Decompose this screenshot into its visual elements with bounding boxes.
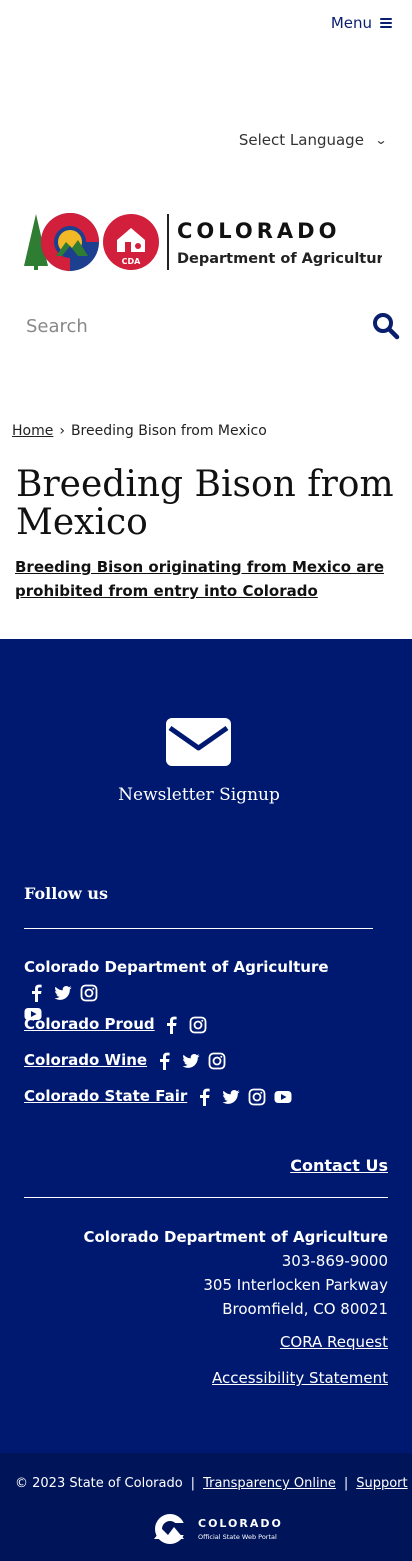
instagram-icon[interactable] bbox=[80, 984, 98, 1002]
language-label: Select Language bbox=[238, 131, 364, 149]
twitter-icon[interactable] bbox=[222, 1088, 240, 1106]
copyright-text: © 2023 State of Colorado bbox=[15, 1476, 183, 1491]
divider bbox=[24, 928, 373, 929]
search-bar bbox=[18, 308, 400, 344]
transparency-online-link[interactable]: Transparency Online bbox=[203, 1476, 336, 1491]
contact-us-link[interactable]: Contact Us bbox=[290, 1156, 388, 1175]
svg-text:CDA: CDA bbox=[122, 257, 142, 266]
colorado-c-icon bbox=[41, 213, 99, 271]
bottom-bar: © 2023 State of Colorado | Transparency … bbox=[0, 1453, 412, 1561]
breadcrumb: Home › Breeding Bison from Mexico bbox=[12, 423, 267, 439]
search-input[interactable] bbox=[18, 315, 318, 337]
site-footer: Newsletter Signup Follow us Colorado Dep… bbox=[0, 639, 412, 1453]
colorado-portal-logo[interactable]: COLORADO Official State Web Portal bbox=[150, 1511, 290, 1547]
support-link[interactable]: Support bbox=[356, 1476, 407, 1491]
social-name-link[interactable]: Colorado State Fair bbox=[24, 1087, 187, 1105]
newsletter-signup-link[interactable]: Newsletter Signup bbox=[0, 785, 398, 805]
social-row-proud: Colorado Proud bbox=[24, 1015, 384, 1034]
instagram-icon[interactable] bbox=[189, 1016, 207, 1034]
street-address: 305 Interlocken Parkway bbox=[203, 1276, 388, 1294]
facebook-icon[interactable] bbox=[163, 1016, 181, 1034]
city-address: Broomfield, CO 80021 bbox=[222, 1300, 388, 1318]
org-name: Colorado Department of Agriculture bbox=[83, 1228, 388, 1246]
svg-text:COLORADO: COLORADO bbox=[198, 1517, 283, 1530]
svg-text:Official State Web Portal: Official State Web Portal bbox=[198, 1533, 277, 1541]
hamburger-icon bbox=[380, 18, 392, 28]
social-row-fair: Colorado State Fair bbox=[24, 1087, 384, 1106]
social-name-link[interactable]: Colorado Proud bbox=[24, 1015, 155, 1033]
menu-label: Menu bbox=[330, 14, 372, 32]
facebook-icon[interactable] bbox=[196, 1088, 214, 1106]
separator: | bbox=[343, 1476, 349, 1491]
address-block: Colorado Department of Agriculture 303-8… bbox=[83, 1225, 388, 1321]
facebook-icon[interactable] bbox=[28, 984, 46, 1002]
social-row-wine: Colorado Wine bbox=[24, 1051, 384, 1070]
social-name: Colorado Department of Agriculture bbox=[24, 958, 329, 976]
accessibility-statement-link[interactable]: Accessibility Statement bbox=[212, 1369, 388, 1387]
colorado-wordmark: COLORADO bbox=[177, 219, 340, 243]
colorado-c-icon bbox=[154, 1514, 186, 1544]
twitter-icon[interactable] bbox=[182, 1052, 200, 1070]
copyright-row: © 2023 State of Colorado | Transparency … bbox=[15, 1476, 408, 1491]
breadcrumb-separator: › bbox=[59, 423, 65, 439]
cda-logo[interactable]: CDA COLORADO Department of Agriculture bbox=[22, 208, 382, 280]
youtube-icon[interactable] bbox=[274, 1088, 292, 1106]
follow-heading: Follow us bbox=[24, 884, 108, 903]
cda-badge-icon: CDA bbox=[103, 214, 159, 270]
breadcrumb-current: Breeding Bison from Mexico bbox=[70, 423, 267, 439]
search-icon[interactable] bbox=[372, 312, 400, 340]
phone-number: 303-869-9000 bbox=[281, 1252, 388, 1270]
envelope-icon[interactable] bbox=[166, 718, 231, 766]
facebook-icon[interactable] bbox=[156, 1052, 174, 1070]
breadcrumb-home-link[interactable]: Home bbox=[12, 423, 53, 439]
bison-info-link[interactable]: Breeding Bison originating from Mexico a… bbox=[15, 555, 395, 603]
separator: | bbox=[190, 1476, 196, 1491]
language-select[interactable]: Select Language ⌄ bbox=[238, 131, 388, 149]
chevron-down-icon: ⌄ bbox=[374, 133, 388, 147]
cora-request-link[interactable]: CORA Request bbox=[280, 1333, 388, 1351]
twitter-icon[interactable] bbox=[54, 984, 72, 1002]
instagram-icon[interactable] bbox=[248, 1088, 266, 1106]
menu-button[interactable]: Menu bbox=[331, 14, 392, 32]
social-name-link[interactable]: Colorado Wine bbox=[24, 1051, 147, 1069]
instagram-icon[interactable] bbox=[208, 1052, 226, 1070]
dept-wordmark: Department of Agriculture bbox=[177, 251, 382, 267]
divider bbox=[24, 1197, 388, 1198]
page-title: Breeding Bison from Mexico bbox=[16, 464, 394, 543]
